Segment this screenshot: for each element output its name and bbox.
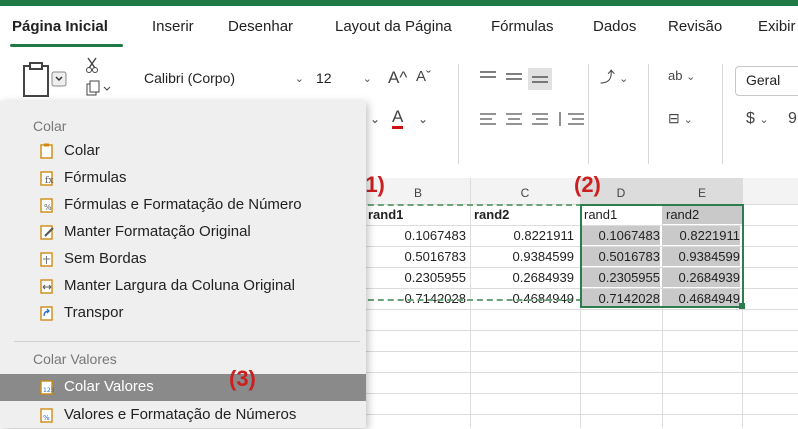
tab-revisao[interactable]: Revisão [668,18,722,35]
font-color-button[interactable]: A [392,108,404,129]
percent-format-button[interactable]: 9 [788,110,797,128]
menu-item-keep-source-formatting[interactable]: Manter Formatação Original [0,219,366,246]
cut-button[interactable] [84,56,100,79]
values-number-format-icon: % [40,408,53,423]
divider [648,64,649,164]
svg-text:fx: fx [45,176,53,186]
divider [722,64,723,164]
paste-icon [40,143,53,159]
divider [458,64,459,164]
wrap-text-button[interactable]: ab ⌄ [668,68,695,83]
menu-item-transpose[interactable]: Transpor [0,300,366,327]
copy-marquee [358,204,582,301]
scissors-icon [86,57,98,73]
tab-exibir[interactable]: Exibir [758,18,796,35]
chevron-down-icon: ⌄ [294,73,304,85]
no-borders-icon [40,252,53,267]
menu-section-header-colar: Colar [33,118,67,134]
tab-layout-da-pagina[interactable]: Layout da Página [335,18,452,35]
keep-source-formatting-icon [40,225,54,240]
grow-font-button[interactable]: A^ [388,68,407,88]
annotation-label-3: (3) [229,366,256,391]
chevron-down-icon[interactable]: ⌄ [370,112,380,126]
menu-item-formulas[interactable]: fx Fórmulas [0,165,366,192]
menu-item-paste-values[interactable]: 123 Colar Valores [0,374,366,401]
clipboard-icon [23,62,67,97]
column-header-e[interactable]: E [662,178,742,205]
fill-handle[interactable] [739,303,745,309]
tab-desenhar[interactable]: Desenhar [228,18,293,35]
copy-button[interactable] [86,80,114,101]
align-middle-buttons[interactable] [476,110,596,132]
menu-item-formulas-number-format[interactable]: % Fórmulas e Formatação de Número [0,192,366,219]
orientation-button[interactable]: ⤴ ⌄ [600,66,628,87]
menu-item-label: Colar Valores [64,378,154,395]
divider [588,64,589,164]
currency-format-button[interactable]: $ ⌄ [746,110,769,128]
selection-range [580,204,744,308]
merge-cells-button[interactable]: ⊟ ⌄ [668,110,693,127]
transpose-icon [40,306,53,321]
svg-text:123: 123 [43,387,55,394]
menu-item-values-number-format[interactable]: % Valores e Formatação de Números [0,402,366,429]
annotation-label-2: (2) [574,172,601,197]
active-tab-indicator [10,44,123,47]
menu-item-label: Colar [64,142,100,159]
menu-item-label: Fórmulas [64,169,127,186]
tab-pagina-inicial[interactable]: Página Inicial [12,18,108,35]
ribbon-tabs: Página Inicial Inserir Desenhar Layout d… [0,6,798,52]
font-name-select[interactable]: Calibri (Corpo) ⌄ [144,70,308,92]
copy-icon [86,80,111,96]
tab-inserir[interactable]: Inserir [152,18,194,35]
column-header-f[interactable] [742,178,798,205]
menu-item-no-borders[interactable]: Sem Bordas [0,246,366,273]
menu-item-label: Manter Formatação Original [64,223,251,240]
font-size-value: 12 [316,70,332,86]
menu-item-label: Manter Largura da Coluna Original [64,277,295,294]
font-size-select[interactable]: 12 ⌄ [316,70,374,92]
align-top-buttons[interactable] [476,66,576,92]
menu-item-keep-column-width[interactable]: Manter Largura da Coluna Original [0,273,366,300]
menu-item-label: Sem Bordas [64,250,147,267]
number-format-select[interactable]: Geral [735,66,798,96]
keep-column-width-icon [40,279,53,294]
font-name-value: Calibri (Corpo) [144,70,236,86]
tab-dados[interactable]: Dados [593,18,636,35]
paste-formulas-number-format-icon: % [40,198,53,213]
paste-options-menu: Colar Colar fx Fórmulas % Fórmulas e For… [0,101,366,428]
menu-item-label: Fórmulas e Formatação de Número [64,196,302,213]
paste-formulas-icon: fx [40,171,53,186]
chevron-down-icon: ⌄ [418,112,429,126]
menu-item-label: Valores e Formatação de Números [64,406,297,423]
shrink-font-button[interactable]: Aˇ [416,68,431,85]
menu-item-colar[interactable]: Colar [0,138,366,165]
chevron-down-icon: ⌄ [362,73,372,85]
svg-text:%: % [44,203,52,212]
svg-text:%: % [43,414,50,422]
paste-button[interactable] [16,62,76,102]
column-header-c[interactable]: C [470,178,580,205]
tab-formulas[interactable]: Fórmulas [491,18,554,35]
paste-values-icon: 123 [40,380,55,395]
menu-item-label: Transpor [64,304,124,321]
menu-section-header-colar-valores: Colar Valores [33,351,117,367]
number-format-value: Geral [746,72,781,88]
menu-divider [14,341,360,342]
